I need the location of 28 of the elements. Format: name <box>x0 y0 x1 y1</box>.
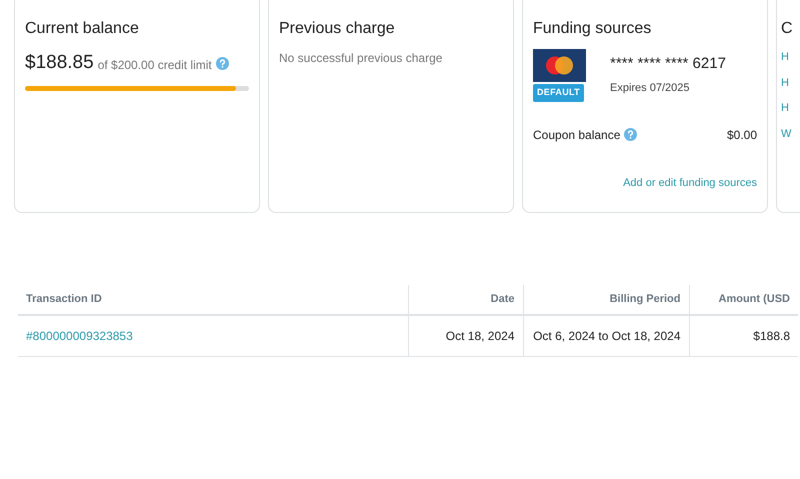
transaction-link[interactable]: #800000009323853 <box>26 328 133 342</box>
card-title: Current balance <box>25 19 140 39</box>
column-header: Amount (USD <box>689 285 798 314</box>
card-title: Funding sources <box>533 19 652 39</box>
table-cell: Oct 18, 2024 <box>408 314 523 356</box>
column-header: Date <box>408 285 523 314</box>
column-header: Transaction ID <box>18 285 408 314</box>
expiry-date: Expires 07/2025 <box>610 80 690 96</box>
help-icon[interactable] <box>624 128 638 141</box>
card-number: **** **** **** 6217 <box>610 54 726 74</box>
balance-amount: $188.85 <box>25 51 94 75</box>
default-badge: DEFAULT <box>533 84 584 102</box>
link[interactable]: W <box>781 126 800 142</box>
coupon-value: $0.00 <box>726 126 757 144</box>
link[interactable]: H <box>781 100 800 116</box>
link[interactable]: H <box>781 74 800 91</box>
card-title: C <box>781 19 794 39</box>
card-title: Previous charge <box>279 19 396 39</box>
help-icon[interactable] <box>216 56 229 70</box>
link[interactable]: H <box>781 49 800 66</box>
funding-link[interactable]: Add or edit funding sources <box>623 177 757 189</box>
coupon-label: Coupon balance <box>533 126 620 144</box>
table-cell: Oct 6, 2024 to Oct 18, 2024 <box>523 314 689 356</box>
credit-card-icon <box>533 49 586 82</box>
credit-limit-text: of $200.00 credit limit <box>98 57 212 74</box>
empty-message: No successful previous charge <box>279 50 444 67</box>
table-cell: $188.8 <box>689 314 798 356</box>
column-header: Billing Period <box>523 285 689 314</box>
